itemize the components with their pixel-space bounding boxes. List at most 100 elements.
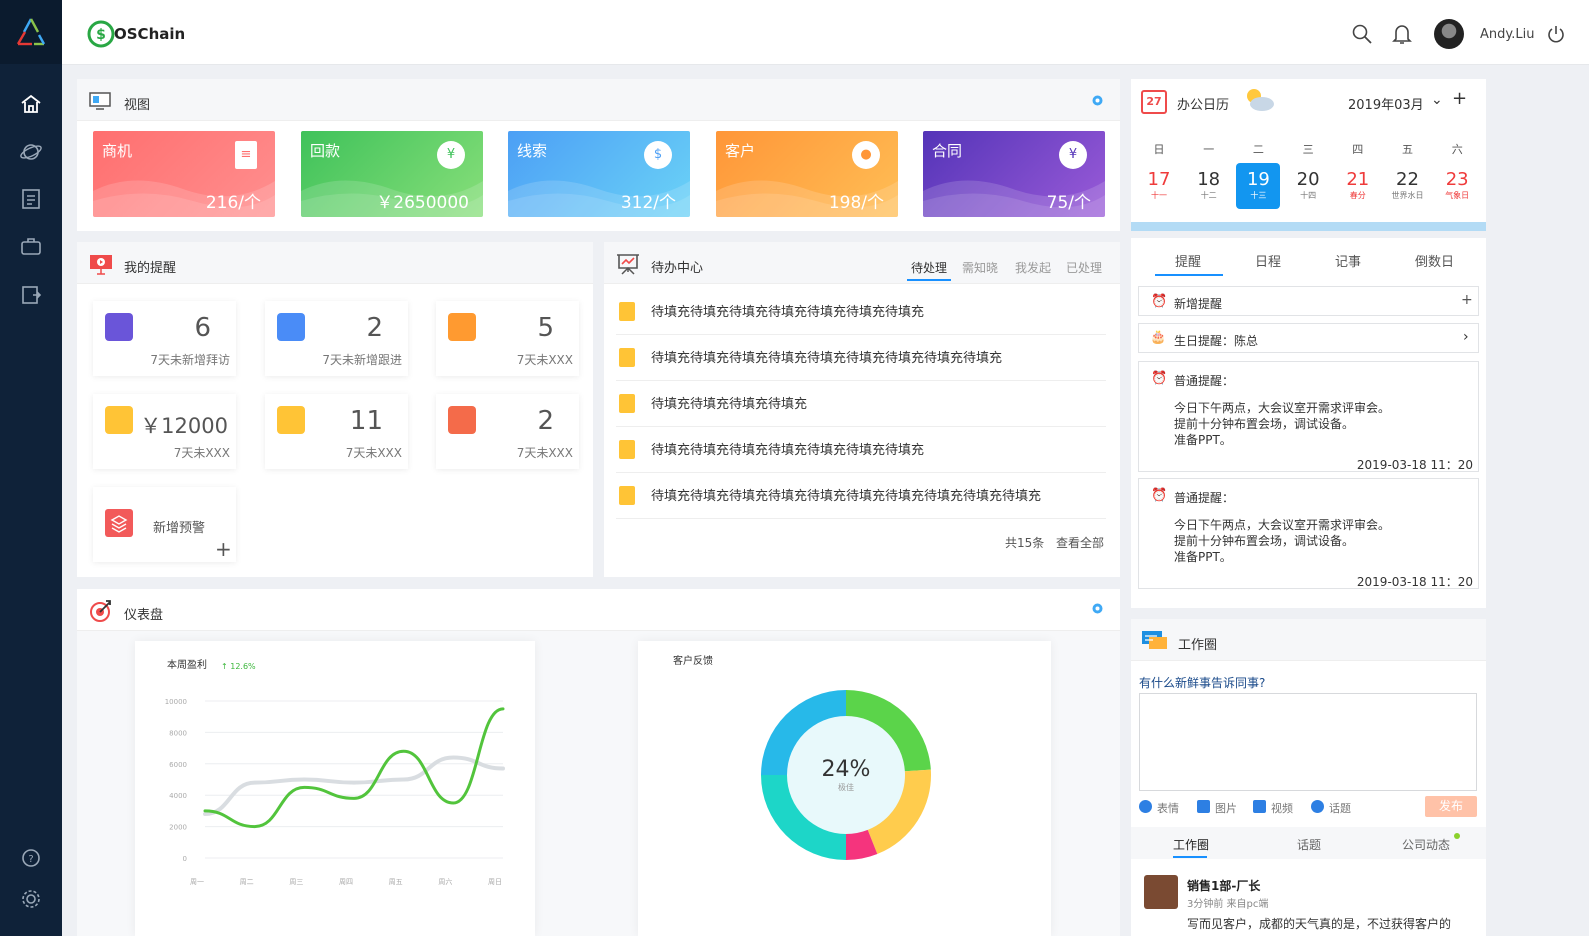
view-all-link[interactable]: 查看全部 (1056, 534, 1104, 551)
reminder-card-4[interactable]: 11 7天未XXX (265, 394, 408, 469)
circle-tab-1[interactable]: 话题 (1297, 836, 1321, 853)
note-title: 普通提醒： (1174, 491, 1235, 505)
note-card[interactable]: ⏰ 普通提醒： 今日下午两点，大会议室开需求评审会。 提前十分钟布置会场，调试设备。准… (1138, 361, 1479, 472)
month-select[interactable]: 2019年03月 (1348, 94, 1424, 113)
todo-row[interactable]: 待填充待填充待填充待填充 (616, 381, 1106, 427)
x-tick-label: 周一 (190, 878, 204, 886)
stat-card-0[interactable]: 商机 216/个 ≡ (93, 131, 275, 217)
todo-tab-0[interactable]: 待处理 (911, 259, 947, 276)
todo-tab-1[interactable]: 需知晓 (962, 259, 998, 276)
calendar-day[interactable]: 19 十三 (1236, 163, 1281, 209)
stat-card-4[interactable]: 合同 75/个 ¥ (923, 131, 1105, 217)
help-icon[interactable]: ? (19, 846, 43, 870)
todo-tab-underline (907, 279, 951, 281)
note-line: 准备PPT。 (1174, 433, 1232, 447)
stat-card-3[interactable]: 客户 198/个 ● (716, 131, 898, 217)
user-icon: ● (852, 141, 880, 169)
checklist-icon[interactable] (19, 187, 43, 211)
right-tab-0[interactable]: 提醒 (1175, 251, 1201, 270)
right-tab-2[interactable]: 记事 (1335, 251, 1361, 270)
circle-tab-2[interactable]: 公司动态 (1402, 836, 1450, 853)
reminder-desc: 7天未XXX (173, 446, 230, 460)
calendar-scroll-bar[interactable] (1131, 222, 1486, 231)
user-name[interactable]: Andy.Liu (1480, 27, 1534, 42)
bell-icon[interactable] (1392, 23, 1412, 45)
add-reminder-row[interactable]: ⏰ 新增提醒 + (1138, 286, 1479, 316)
home-icon[interactable] (19, 92, 43, 116)
doc-icon (619, 486, 635, 505)
month-chevron-down-icon[interactable]: ⌄ (1431, 92, 1443, 108)
app-logo[interactable] (0, 0, 62, 64)
circle-tab-0[interactable]: 工作圈 (1173, 836, 1209, 853)
publish-button[interactable]: 发布 (1425, 796, 1477, 817)
reminder-desc: 7天未XXX (345, 446, 402, 460)
add-event-icon[interactable]: + (1452, 88, 1467, 109)
calendar-panel: 27 办公日历 2019年03月 ⌄ + 日一二三四五六 17 十一 18 十二 19 十… (1131, 79, 1486, 231)
sidebar: ? (0, 0, 62, 936)
add-alert-card[interactable]: 新增预警 + (93, 487, 236, 562)
todo-row[interactable]: 待填充待填充待填充待填充待填充待填充待填充待填充待填充待填充 (616, 473, 1106, 519)
reminder-count: 2 (366, 313, 383, 343)
reminder-card-0[interactable]: 6 7天未新增拜访 (93, 301, 236, 376)
right-tab-3[interactable]: 倒数日 (1415, 251, 1454, 270)
svg-text:?: ? (28, 854, 33, 865)
avatar[interactable] (1434, 19, 1464, 49)
search-icon[interactable] (1352, 24, 1372, 44)
weekday-label: 六 (1451, 143, 1463, 156)
emoji-icon[interactable] (1139, 800, 1152, 813)
reminder-card-3[interactable]: ￥12000 7天未XXX (93, 394, 236, 469)
tool-label[interactable]: 视频 (1271, 800, 1293, 816)
tool-label[interactable]: 表情 (1157, 800, 1179, 816)
settings-gear-icon[interactable] (1091, 94, 1104, 107)
image-icon[interactable] (1197, 800, 1210, 813)
post-avatar[interactable] (1144, 875, 1178, 909)
topic-icon[interactable] (1311, 800, 1324, 813)
chevron-right-icon[interactable]: › (1463, 329, 1469, 345)
todo-tab-2[interactable]: 我发起 (1015, 259, 1051, 276)
stat-card-2[interactable]: 线索 312/个 $ (508, 131, 690, 217)
todo-row[interactable]: 待填充待填充待填充待填充待填充待填充待填充待填充待填充 (616, 335, 1106, 381)
todo-row[interactable]: 待填充待填充待填充待填充待填充待填充待填充 (616, 289, 1106, 335)
cake-icon: 🎂 (1150, 330, 1167, 345)
right-tab-1[interactable]: 日程 (1255, 251, 1281, 270)
post-textarea[interactable] (1139, 693, 1477, 791)
calendar-day[interactable]: 21 春分 (1336, 163, 1380, 209)
stat-card-1[interactable]: 回款 ￥2650000 ¥ (301, 131, 483, 217)
settings-icon[interactable] (19, 887, 43, 911)
dashboard-panel: 仪表盘 本周盈利 ↑ 12.6% 10000 8000 6000 4000 2000 0 周一 周… (77, 589, 1120, 936)
reminder-card-2[interactable]: 5 7天未XXX (436, 301, 579, 376)
plus-icon[interactable]: + (215, 537, 232, 561)
tool-label[interactable]: 话题 (1329, 800, 1351, 816)
calendar-day[interactable]: 17 十一 (1137, 163, 1181, 209)
reminder-card-5[interactable]: 2 7天未XXX (436, 394, 579, 469)
tool-label[interactable]: 图片 (1215, 800, 1237, 816)
todo-row[interactable]: 待填充待填充待填充待填充待填充待填充待填充 (616, 427, 1106, 473)
calendar-day[interactable]: 23 气象日 (1435, 163, 1479, 209)
dashboard-gear-icon[interactable] (1091, 602, 1104, 615)
calendar-day[interactable]: 22 世界水日 (1386, 163, 1430, 209)
reminder-card-1[interactable]: 2 7天未新增跟进 (265, 301, 408, 376)
todo-tab-3[interactable]: 已处理 (1066, 259, 1102, 276)
weekday-label: 四 (1352, 143, 1364, 156)
briefcase-icon[interactable] (19, 234, 43, 258)
add-reminder-plus-icon[interactable]: + (1461, 292, 1473, 308)
post-author[interactable]: 销售1部-厂长 (1187, 877, 1260, 894)
reminder-desc: 7天未XXX (516, 446, 573, 460)
stat-value: 312/个 (620, 193, 676, 213)
day-lunar: 十二 (1200, 191, 1217, 200)
day-lunar: 十三 (1250, 191, 1267, 200)
calendar-day[interactable]: 18 十二 (1187, 163, 1231, 209)
weekday-label: 日 (1153, 143, 1165, 156)
note-card[interactable]: ⏰ 普通提醒： 今日下午两点，大会议室开需求评审会。 提前十分钟布置会场，调试设备。准… (1138, 478, 1479, 589)
stat-value: 216/个 (205, 193, 261, 213)
planet-icon[interactable] (19, 140, 43, 164)
chat-bubbles-icon (1142, 631, 1167, 649)
export-icon[interactable] (19, 283, 43, 307)
calendar-day[interactable]: 20 十四 (1286, 163, 1330, 209)
video-icon[interactable] (1253, 800, 1266, 813)
person-icon (105, 313, 133, 341)
todo-text: 待填充待填充待填充待填充待填充待填充待填充待填充待填充待填充 (651, 489, 1042, 504)
power-icon[interactable] (1546, 24, 1566, 44)
donut-center-label: 极佳 (838, 782, 854, 792)
birthday-reminder-row[interactable]: 🎂 生日提醒：陈总 › (1138, 323, 1479, 353)
